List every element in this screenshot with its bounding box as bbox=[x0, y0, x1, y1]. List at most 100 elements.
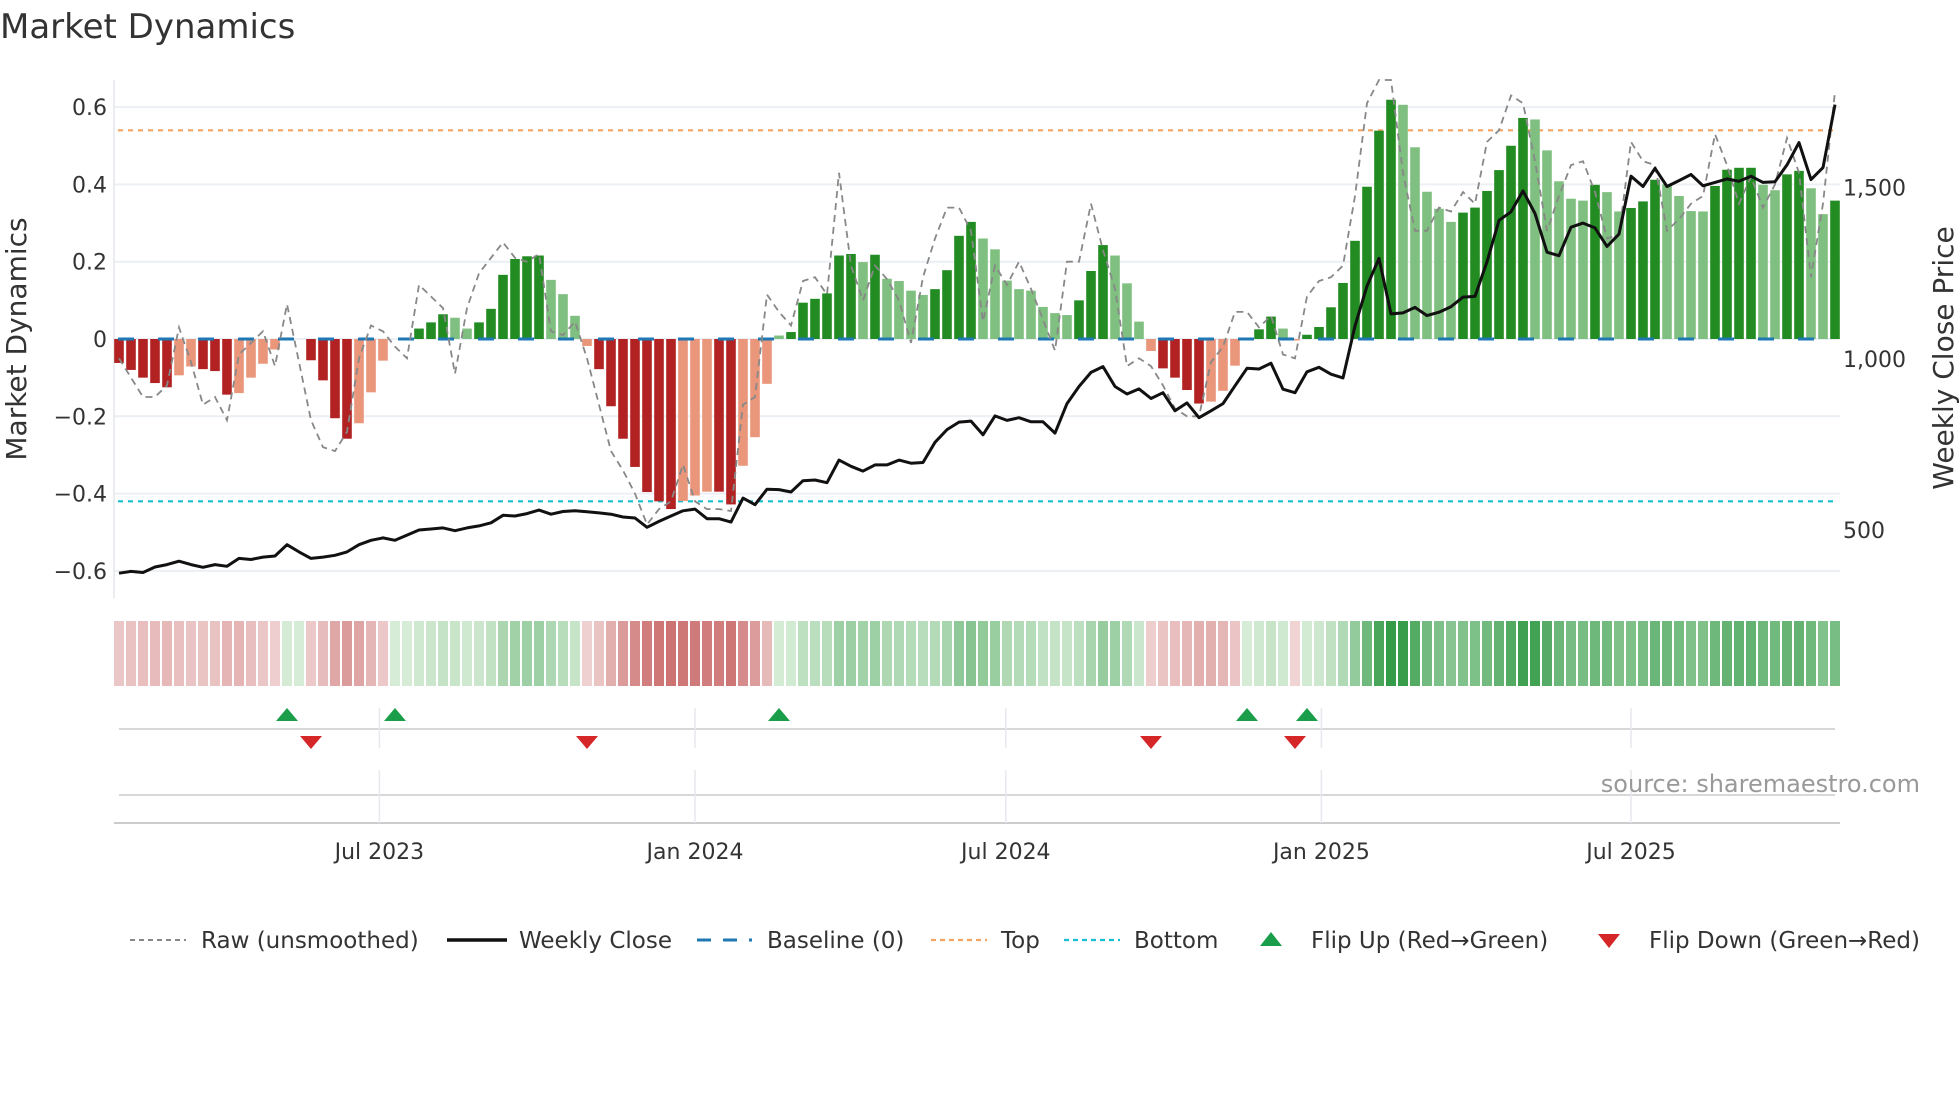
momentum-bar bbox=[438, 314, 448, 339]
momentum-bar bbox=[630, 339, 640, 467]
legend-flip-up-label: Flip Up (Red→Green) bbox=[1311, 928, 1548, 954]
heat-strip-cell bbox=[1578, 621, 1588, 686]
heat-strip-cell bbox=[1338, 621, 1348, 686]
heat-strip-cell bbox=[1242, 621, 1252, 686]
heat-strip-cell bbox=[1530, 621, 1540, 686]
momentum-bar bbox=[1338, 282, 1348, 339]
momentum-bar bbox=[246, 339, 256, 378]
heat-strip-cell bbox=[1386, 621, 1396, 686]
momentum-bar bbox=[210, 339, 220, 372]
heat-strip-cell bbox=[1086, 621, 1096, 686]
heat-strip-cell bbox=[1794, 621, 1804, 686]
momentum-bar bbox=[1782, 174, 1792, 339]
momentum-bar bbox=[798, 302, 808, 339]
heat-strip-cell bbox=[498, 621, 508, 686]
y-tick-label: −0.4 bbox=[54, 483, 107, 508]
x-tick-label: Jul 2023 bbox=[333, 840, 425, 865]
momentum-bar bbox=[1302, 334, 1312, 339]
momentum-bar bbox=[1194, 339, 1204, 404]
heat-strip-cell bbox=[666, 621, 676, 686]
heat-strip-cell bbox=[1686, 621, 1696, 686]
heat-strip-cell bbox=[1734, 621, 1744, 686]
momentum-bar bbox=[942, 270, 952, 339]
momentum-bar bbox=[750, 339, 760, 438]
heat-strip-cell bbox=[546, 621, 556, 686]
momentum-bar bbox=[930, 289, 940, 339]
momentum-bar bbox=[978, 238, 988, 339]
heat-strip-cell bbox=[702, 621, 712, 686]
x-tick-label: Jul 2024 bbox=[959, 840, 1051, 865]
momentum-bar bbox=[1698, 211, 1708, 339]
heat-strip-cell bbox=[1026, 621, 1036, 686]
heat-strip-cell bbox=[882, 621, 892, 686]
heat-strip-cell bbox=[690, 621, 700, 686]
heat-strip-cell bbox=[750, 621, 760, 686]
flip-panel bbox=[114, 708, 1840, 824]
momentum-bar bbox=[1458, 212, 1468, 339]
flip-up-marker bbox=[276, 708, 298, 721]
x-tick-label: Jan 2024 bbox=[645, 840, 744, 865]
heat-strip-cell bbox=[1674, 621, 1684, 686]
heat-strip-cell bbox=[282, 621, 292, 686]
heat-strip-cell bbox=[1326, 621, 1336, 686]
legend-baseline-label: Baseline (0) bbox=[767, 928, 904, 954]
heat-strip-cell bbox=[1422, 621, 1432, 686]
heat-strip-cell bbox=[246, 621, 256, 686]
momentum-bar bbox=[450, 317, 460, 339]
heat-strip-cell bbox=[678, 621, 688, 686]
flip-down-marker bbox=[1140, 736, 1162, 749]
momentum-bar bbox=[174, 339, 184, 376]
heat-strip-cell bbox=[630, 621, 640, 686]
heat-strip-cell bbox=[642, 621, 652, 686]
legend-bottom-label: Bottom bbox=[1134, 928, 1218, 954]
heat-strip-cell bbox=[210, 621, 220, 686]
momentum-bar bbox=[150, 339, 160, 384]
heat-strip-cell bbox=[1722, 621, 1732, 686]
heat-strip-cell bbox=[1038, 621, 1048, 686]
momentum-bar bbox=[990, 249, 1000, 339]
heat-strip-cell bbox=[126, 621, 136, 686]
heat-strip-cell bbox=[306, 621, 316, 686]
heat-strip-cell bbox=[1170, 621, 1180, 686]
heat-strip-cell bbox=[426, 621, 436, 686]
momentum-bar bbox=[1494, 170, 1504, 339]
heat-strip-cell bbox=[930, 621, 940, 686]
flip-up-marker bbox=[384, 708, 406, 721]
momentum-bar bbox=[162, 339, 172, 388]
momentum-bar bbox=[426, 322, 436, 339]
heat-strip-cell bbox=[1290, 621, 1300, 686]
heat-strip-cell bbox=[294, 621, 304, 686]
heat-strip-cell bbox=[522, 621, 532, 686]
y-tick-label: −0.2 bbox=[54, 405, 107, 430]
heat-strip bbox=[114, 621, 1840, 686]
momentum-bar bbox=[1554, 181, 1564, 339]
momentum-bar bbox=[330, 339, 340, 419]
momentum-bar bbox=[822, 293, 832, 339]
heat-strip-cell bbox=[402, 621, 412, 686]
heat-strip-cell bbox=[1446, 621, 1456, 686]
momentum-bar bbox=[690, 339, 700, 496]
momentum-bar bbox=[582, 339, 592, 346]
heat-strip-cell bbox=[1362, 621, 1372, 686]
momentum-bar bbox=[918, 294, 928, 339]
heat-strip-cell bbox=[1074, 621, 1084, 686]
legend-flip-up-icon bbox=[1260, 932, 1282, 946]
heat-strip-cell bbox=[1506, 621, 1516, 686]
momentum-bar bbox=[1026, 290, 1036, 339]
heat-strip-cell bbox=[162, 621, 172, 686]
momentum-bar bbox=[1362, 186, 1372, 339]
momentum-bar bbox=[870, 254, 880, 339]
heat-strip-cell bbox=[414, 621, 424, 686]
y2-tick-label: 1,500 bbox=[1843, 177, 1906, 202]
heat-strip-cell bbox=[510, 621, 520, 686]
momentum-bar bbox=[834, 255, 844, 339]
heat-strip-cell bbox=[1782, 621, 1792, 686]
momentum-bar bbox=[702, 339, 712, 492]
heat-strip-cell bbox=[1566, 621, 1576, 686]
momentum-bar bbox=[606, 339, 616, 407]
y2-axis-label: Weekly Close Price bbox=[1927, 226, 1960, 489]
heat-strip-cell bbox=[198, 621, 208, 686]
flip-down-marker bbox=[1284, 736, 1306, 749]
legend-top-label: Top bbox=[1000, 928, 1040, 954]
heat-strip-cell bbox=[258, 621, 268, 686]
